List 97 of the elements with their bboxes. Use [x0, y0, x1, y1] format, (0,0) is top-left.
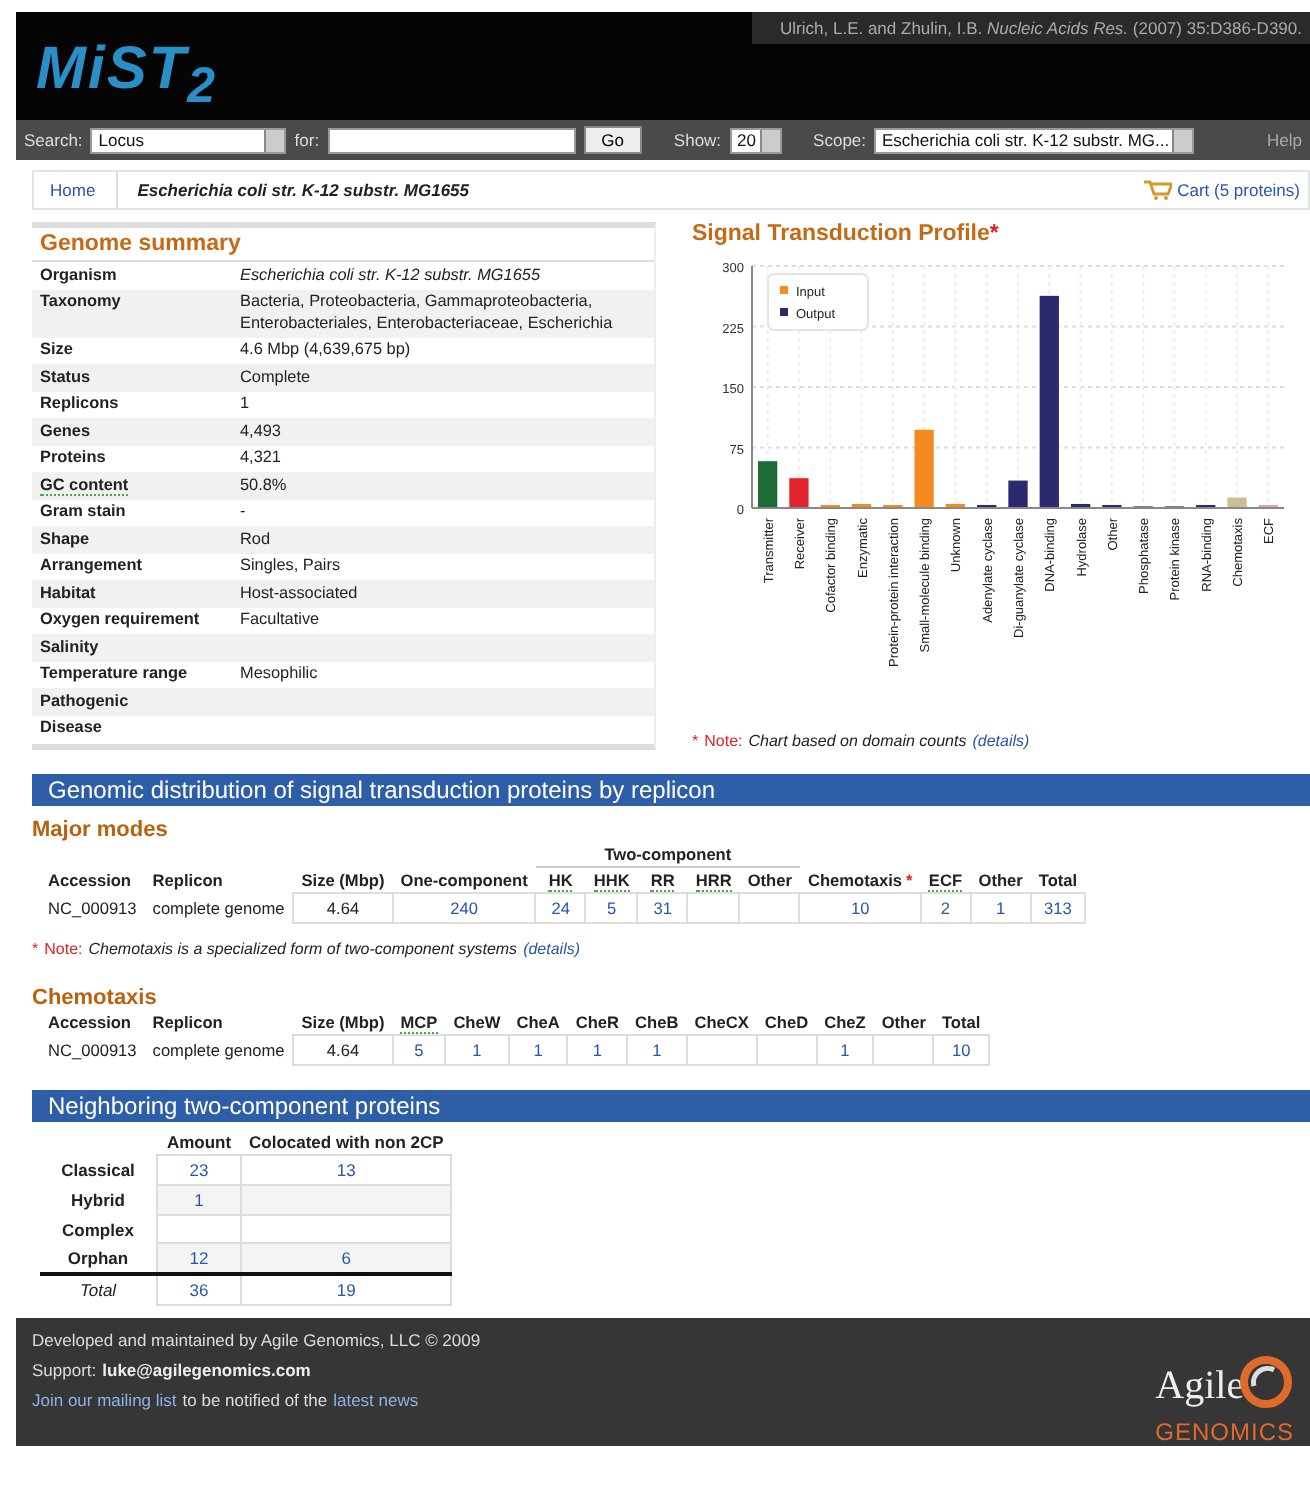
column-header: Other: [978, 869, 1023, 890]
column-header: CheCX: [694, 1012, 749, 1032]
search-label: Search:: [24, 130, 83, 150]
field-value: 50.8%: [240, 475, 287, 493]
field-value: Escherichia coli str. K-12 substr. MG1655: [240, 265, 541, 283]
field-value: Facultative: [240, 610, 320, 628]
field-value: Host-associated: [240, 583, 358, 601]
field-value: 4,493: [240, 421, 281, 439]
note-label: Note:: [704, 732, 743, 750]
column-header: ECF: [928, 869, 963, 892]
table-cell: 4.64: [326, 898, 360, 918]
column-header: Size (Mbp): [301, 1012, 385, 1032]
field-value: Complete: [240, 367, 311, 385]
column-header: Total: [941, 1012, 981, 1032]
support-email: luke@agilegenomics.com: [102, 1360, 311, 1380]
show-label: Show:: [673, 130, 722, 150]
field-label: Gram stain: [40, 502, 126, 520]
field-label: Temperature range: [40, 664, 188, 682]
column-header: Accession: [48, 870, 132, 890]
column-header: CheB: [635, 1012, 679, 1032]
section-banner: Neighboring two-component proteins: [32, 1090, 1310, 1122]
table-cell: NC_000913: [48, 898, 137, 918]
field-value: Rod: [240, 529, 271, 547]
field-label: Arrangement: [40, 556, 142, 574]
footnote-mark: *: [32, 940, 39, 958]
column-header: MCP: [400, 1012, 438, 1034]
row-header: Orphan: [67, 1247, 129, 1268]
footer-text: Developed and maintained by Agile Genomics, LLC © 2009: [32, 1330, 481, 1350]
column-header: One-component: [400, 869, 528, 890]
field-value: Mesophilic: [240, 664, 318, 682]
section-heading: Chemotaxis: [32, 986, 159, 1010]
table-cell: 4.64: [326, 1040, 360, 1060]
section-banner: Genomic distribution of signal transduction proteins by replicon: [32, 774, 1310, 806]
field-label: Habitat: [40, 583, 96, 601]
field-label: Organism: [40, 265, 117, 283]
column-header: Replicon: [152, 1012, 223, 1033]
column-header: Accession: [48, 1012, 132, 1033]
note-text: Chemotaxis is a specialized form of two-component systems: [88, 940, 518, 958]
field-label: Disease: [40, 718, 102, 736]
current-page: Escherichia coli str. K-12 substr. MG1655: [137, 180, 470, 200]
column-header: HHK: [593, 870, 630, 892]
table-cell: complete genome: [152, 898, 285, 918]
company-logo-text: Agile: [1155, 1364, 1246, 1410]
note-label: Note:: [44, 940, 83, 958]
column-header: CheD: [764, 1012, 809, 1032]
field-label: Size: [40, 340, 73, 358]
field-label: Oxygen requirement: [40, 610, 200, 628]
table-cell: NC_000913: [48, 1040, 137, 1060]
field-label: Proteins: [40, 448, 106, 466]
field-value: 4,321: [240, 448, 281, 466]
column-header: HRR: [695, 870, 732, 892]
row-header: Total: [79, 1280, 117, 1301]
column-header: Total: [1038, 869, 1078, 890]
citation: Ulrich, L.E. and Zhulin, I.B. Nucleic Acids Res. (2007) 35:D386-D390.: [752, 12, 1310, 44]
footnote-mark: *: [692, 732, 699, 750]
column-header: CheA: [516, 1012, 560, 1032]
row-header: Hybrid: [71, 1190, 125, 1210]
column-header: Size (Mbp): [301, 869, 385, 890]
column-header: CheZ: [824, 1012, 866, 1032]
field-label: Shape: [40, 529, 90, 547]
company-logo-text: GENOMICS: [1155, 1418, 1294, 1446]
field-label: Taxonomy: [40, 292, 121, 310]
column-header: CheW: [453, 1012, 501, 1032]
footer-text: Support:: [32, 1360, 97, 1380]
column-header: Other: [881, 1012, 926, 1032]
group-header: Two-component: [604, 844, 732, 864]
field-label: Salinity: [40, 637, 99, 655]
field-value: 4.6 Mbp (4,639,675 bp): [240, 340, 411, 358]
field-value: -: [240, 502, 246, 520]
for-label: for:: [294, 130, 320, 150]
column-header: Amount: [166, 1132, 232, 1152]
footnote-mark: *: [989, 222, 999, 246]
row-header: Classical: [61, 1160, 135, 1180]
note-text: Chart based on domain counts: [748, 732, 967, 750]
section-heading: Major modes: [32, 818, 170, 842]
chart-title: Signal Transduction Profile: [692, 222, 990, 246]
field-value: 1: [240, 394, 250, 412]
column-header: Chemotaxis: [807, 869, 902, 890]
column-header: CheR: [575, 1012, 620, 1032]
field-label: Status: [40, 367, 91, 385]
column-header: Colocated with non 2CP: [249, 1132, 444, 1152]
table-cell: complete genome: [152, 1040, 285, 1060]
field-label: Genes: [40, 421, 91, 439]
column-header: Replicon: [152, 870, 223, 890]
scope-label: Scope:: [813, 130, 867, 150]
column-header: RR: [650, 870, 675, 892]
field-label: Replicons: [40, 394, 119, 412]
column-header: Other: [747, 870, 792, 890]
field-label: GC content: [40, 475, 129, 495]
field-value: Singles, Pairs: [240, 556, 341, 574]
footnote-mark: *: [906, 869, 913, 890]
field-label: Pathogenic: [40, 691, 129, 709]
column-header: HK: [548, 870, 573, 892]
footer-text: to be notified of the: [182, 1390, 328, 1410]
section-heading: Genome summary: [32, 228, 654, 262]
field-value: Bacteria, Proteobacteria, Gammaproteobacteria, Enterobacteriales, Enterobacteriaceae, Escherichia: [240, 292, 613, 331]
row-header: Complex: [62, 1219, 134, 1239]
